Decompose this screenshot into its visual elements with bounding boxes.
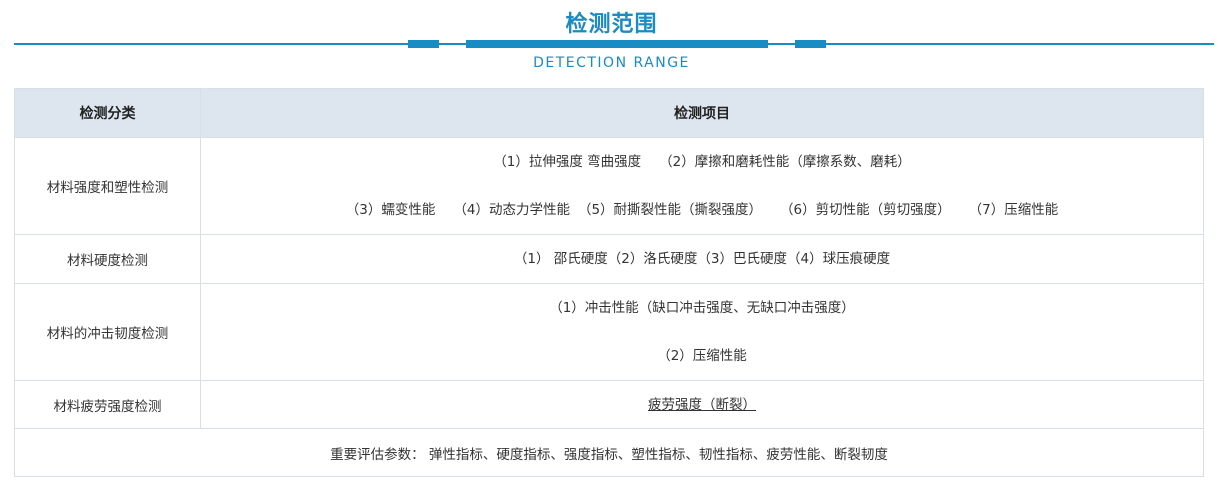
table-header-row: 检测分类 检测项目 bbox=[14, 88, 1204, 138]
divider-accent-right bbox=[795, 40, 826, 48]
column-header-items: 检测项目 bbox=[200, 88, 1204, 138]
item-link[interactable]: 疲劳强度（断裂） bbox=[648, 397, 756, 413]
items-cell: （1）拉伸强度 弯曲强度 （2）摩擦和磨耗性能（摩擦系数、磨耗） （3）蠕变性能（… bbox=[200, 137, 1204, 235]
divider-accent-left bbox=[408, 40, 439, 48]
items-line: （1）拉伸强度 弯曲强度 （2）摩擦和磨耗性能（摩擦系数、磨耗） bbox=[201, 150, 1203, 174]
item-text: （2）压缩性能 bbox=[657, 348, 747, 364]
detection-range-table: 检测分类 检测项目 材料强度和塑性检测 （1）拉伸强度 弯曲强度 （2）摩擦和磨耗… bbox=[14, 88, 1204, 477]
column-header-category: 检测分类 bbox=[14, 88, 201, 138]
items-cell: （1）冲击性能（缺口冲击强度、无缺口冲击强度） （2）压缩性能 bbox=[200, 283, 1204, 381]
section-title: 检测范围 bbox=[565, 12, 658, 37]
items-line: （1） 邵氏硬度（2）洛氏硬度（3）巴氏硬度（4）球压痕硬度 bbox=[201, 247, 1203, 271]
items-line: （3）蠕变性能 （4）动态力学性能 （5）耐撕裂性能（撕裂强度） （6）剪切性能（剪切… bbox=[201, 198, 1203, 222]
item-text: （4）动态力学性能 bbox=[453, 202, 570, 218]
item-text: （5）耐撕裂性能（撕裂强度） bbox=[577, 202, 763, 218]
category-cell: 材料强度和塑性检测 bbox=[14, 137, 201, 235]
item-text: （3）蠕变性能 bbox=[345, 202, 436, 218]
item-text: （7）压缩性能 bbox=[968, 202, 1059, 218]
section-header: 检测范围 DETECTION RANGE bbox=[0, 0, 1223, 88]
item-text: （1） 邵氏硬度（2）洛氏硬度（3）巴氏硬度（4）球压痕硬度 bbox=[513, 251, 891, 267]
item-text: （6）剪切性能（剪切强度） bbox=[780, 202, 951, 218]
table-row: 材料硬度检测 （1） 邵氏硬度（2）洛氏硬度（3）巴氏硬度（4）球压痕硬度 bbox=[14, 234, 1204, 284]
evaluation-parameters-cell: 重要评估参数： 弹性指标、硬度指标、强度指标、塑性指标、韧性指标、疲劳性能、断裂… bbox=[14, 428, 1204, 477]
items-line: 疲劳强度（断裂） bbox=[201, 393, 1203, 417]
items-cell: （1） 邵氏硬度（2）洛氏硬度（3）巴氏硬度（4）球压痕硬度 bbox=[200, 234, 1204, 284]
table-row: 材料强度和塑性检测 （1）拉伸强度 弯曲强度 （2）摩擦和磨耗性能（摩擦系数、磨耗… bbox=[14, 137, 1204, 235]
item-text: （1）拉伸强度 弯曲强度 bbox=[493, 154, 642, 170]
items-cell: 疲劳强度（断裂） bbox=[200, 380, 1204, 429]
divider-accent-center bbox=[466, 40, 768, 48]
items-line: （2）压缩性能 bbox=[201, 344, 1203, 368]
category-cell: 材料疲劳强度检测 bbox=[14, 380, 201, 429]
table-row: 材料疲劳强度检测 疲劳强度（断裂） bbox=[14, 380, 1204, 429]
category-cell: 材料硬度检测 bbox=[14, 234, 201, 284]
items-line: （1）冲击性能（缺口冲击强度、无缺口冲击强度） bbox=[201, 296, 1203, 320]
table-footer-row: 重要评估参数： 弹性指标、硬度指标、强度指标、塑性指标、韧性指标、疲劳性能、断裂… bbox=[14, 428, 1204, 477]
category-cell: 材料的冲击韧度检测 bbox=[14, 283, 201, 381]
table-row: 材料的冲击韧度检测 （1）冲击性能（缺口冲击强度、无缺口冲击强度） （2）压缩性… bbox=[14, 283, 1204, 381]
item-text: （1）冲击性能（缺口冲击强度、无缺口冲击强度） bbox=[549, 300, 855, 316]
section-subtitle: DETECTION RANGE bbox=[533, 55, 690, 71]
item-text: （2）摩擦和磨耗性能（摩擦系数、磨耗） bbox=[659, 154, 911, 170]
